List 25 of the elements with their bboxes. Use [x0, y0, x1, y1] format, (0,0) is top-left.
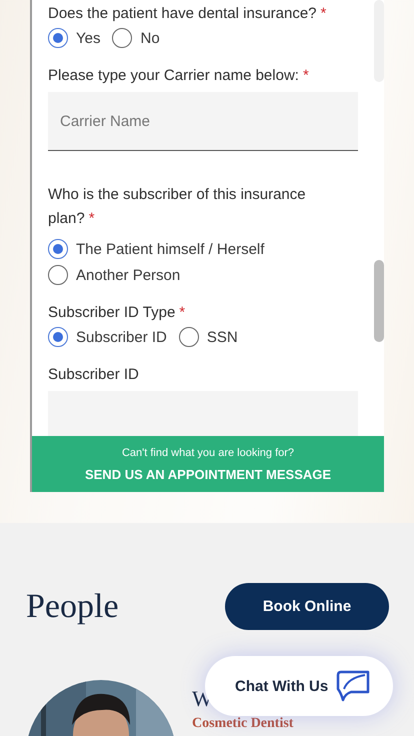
input-field[interactable]: Carrier Name: [48, 92, 358, 151]
option-label[interactable]: Yes: [76, 30, 100, 46]
question-label: Subscriber ID: [48, 365, 139, 385]
option-label[interactable]: The Patient himself / Herself: [76, 240, 264, 258]
radio-button[interactable]: [48, 28, 68, 48]
book-online-button[interactable]: Book Online: [225, 583, 389, 630]
option-label[interactable]: SSN: [206, 328, 238, 346]
radio-button[interactable]: [48, 239, 68, 259]
section-title: People: [26, 588, 119, 626]
person-role: Cosmetic Dentist: [192, 716, 294, 732]
radio-button[interactable]: [48, 265, 68, 285]
chat-bubble-icon: [335, 669, 371, 703]
option-label[interactable]: Subscriber ID: [76, 328, 167, 346]
question-label: Subscriber ID Type *: [48, 303, 186, 323]
question-label: Does the patient have dental insurance? *: [48, 4, 326, 24]
option-label[interactable]: Another Person: [76, 266, 180, 284]
input-field[interactable]: [48, 391, 358, 436]
banner-hint: Can't find what you are looking for?: [122, 446, 294, 458]
radio-button[interactable]: [48, 327, 68, 347]
radio-button[interactable]: [112, 28, 132, 48]
scrollbar[interactable]: [374, 260, 384, 342]
question-label: Please type your Carrier name below: *: [48, 66, 309, 86]
question-label: Who is the subscriber of this insurance plan? *: [48, 185, 307, 229]
option-label[interactable]: No: [140, 30, 160, 46]
radio-button[interactable]: [178, 327, 199, 347]
